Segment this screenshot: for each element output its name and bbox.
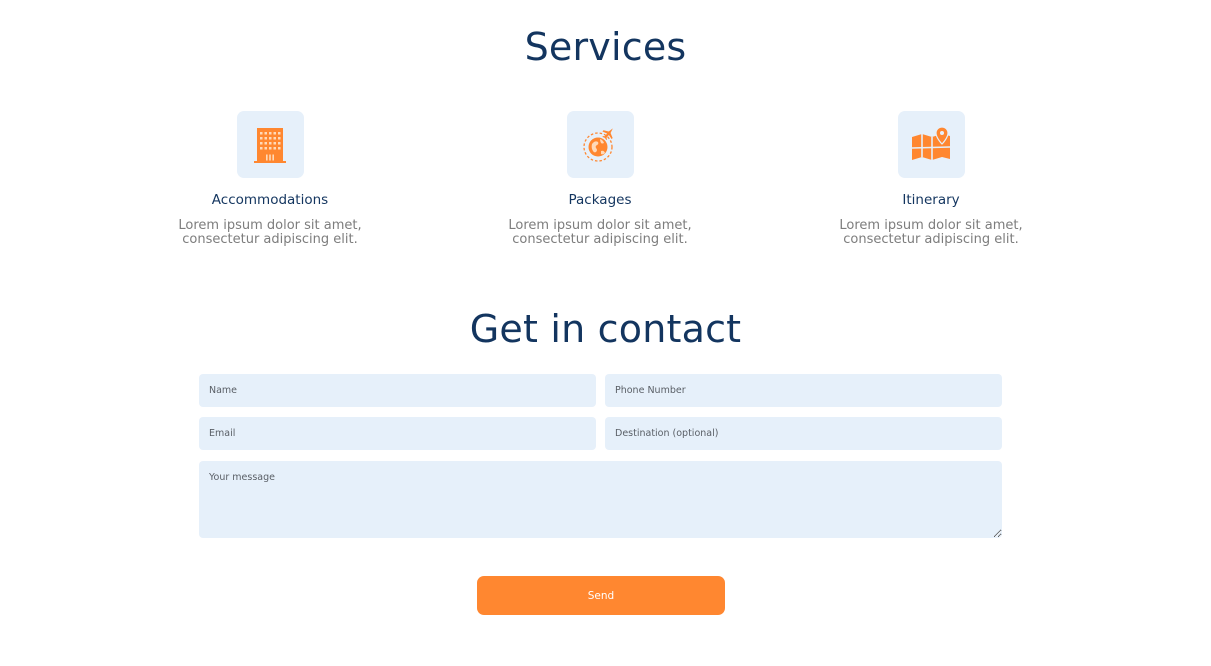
service-description: Lorem ipsum dolor sit amet, consectetur … <box>816 219 1046 247</box>
message-textarea[interactable] <box>199 461 1002 538</box>
service-title: Packages <box>568 192 632 208</box>
service-description-line: Lorem ipsum dolor sit amet, <box>839 218 1023 233</box>
service-accommodations: Accommodations Lorem ipsum dolor sit ame… <box>155 111 385 247</box>
destination-input[interactable] <box>605 417 1002 450</box>
services-title: Services <box>524 25 687 69</box>
globe-airplane-icon <box>566 111 634 178</box>
contact-title: Get in contact <box>469 307 742 351</box>
service-description-line: consectetur adipiscing elit. <box>512 232 688 247</box>
map-pin-icon <box>897 111 965 178</box>
service-description-line: consectetur adipiscing elit. <box>843 232 1019 247</box>
email-input[interactable] <box>199 417 596 450</box>
page: Services Accommodations Lorem ipsum dolo… <box>0 0 1211 666</box>
service-description-line: Lorem ipsum dolor sit amet, <box>508 218 692 233</box>
phone-number-input[interactable] <box>605 374 1002 407</box>
service-description: Lorem ipsum dolor sit amet, consectetur … <box>155 219 385 247</box>
hotel-building-icon <box>236 111 304 178</box>
send-button[interactable]: Send <box>477 576 725 615</box>
service-description: Lorem ipsum dolor sit amet, consectetur … <box>485 219 715 247</box>
service-title: Itinerary <box>902 192 960 208</box>
name-input[interactable] <box>199 374 596 407</box>
service-description-line: consectetur adipiscing elit. <box>182 232 358 247</box>
service-title: Accommodations <box>211 192 329 208</box>
service-packages: Packages Lorem ipsum dolor sit amet, con… <box>485 111 715 247</box>
service-itinerary: Itinerary Lorem ipsum dolor sit amet, co… <box>816 111 1046 247</box>
service-description-line: Lorem ipsum dolor sit amet, <box>178 218 362 233</box>
